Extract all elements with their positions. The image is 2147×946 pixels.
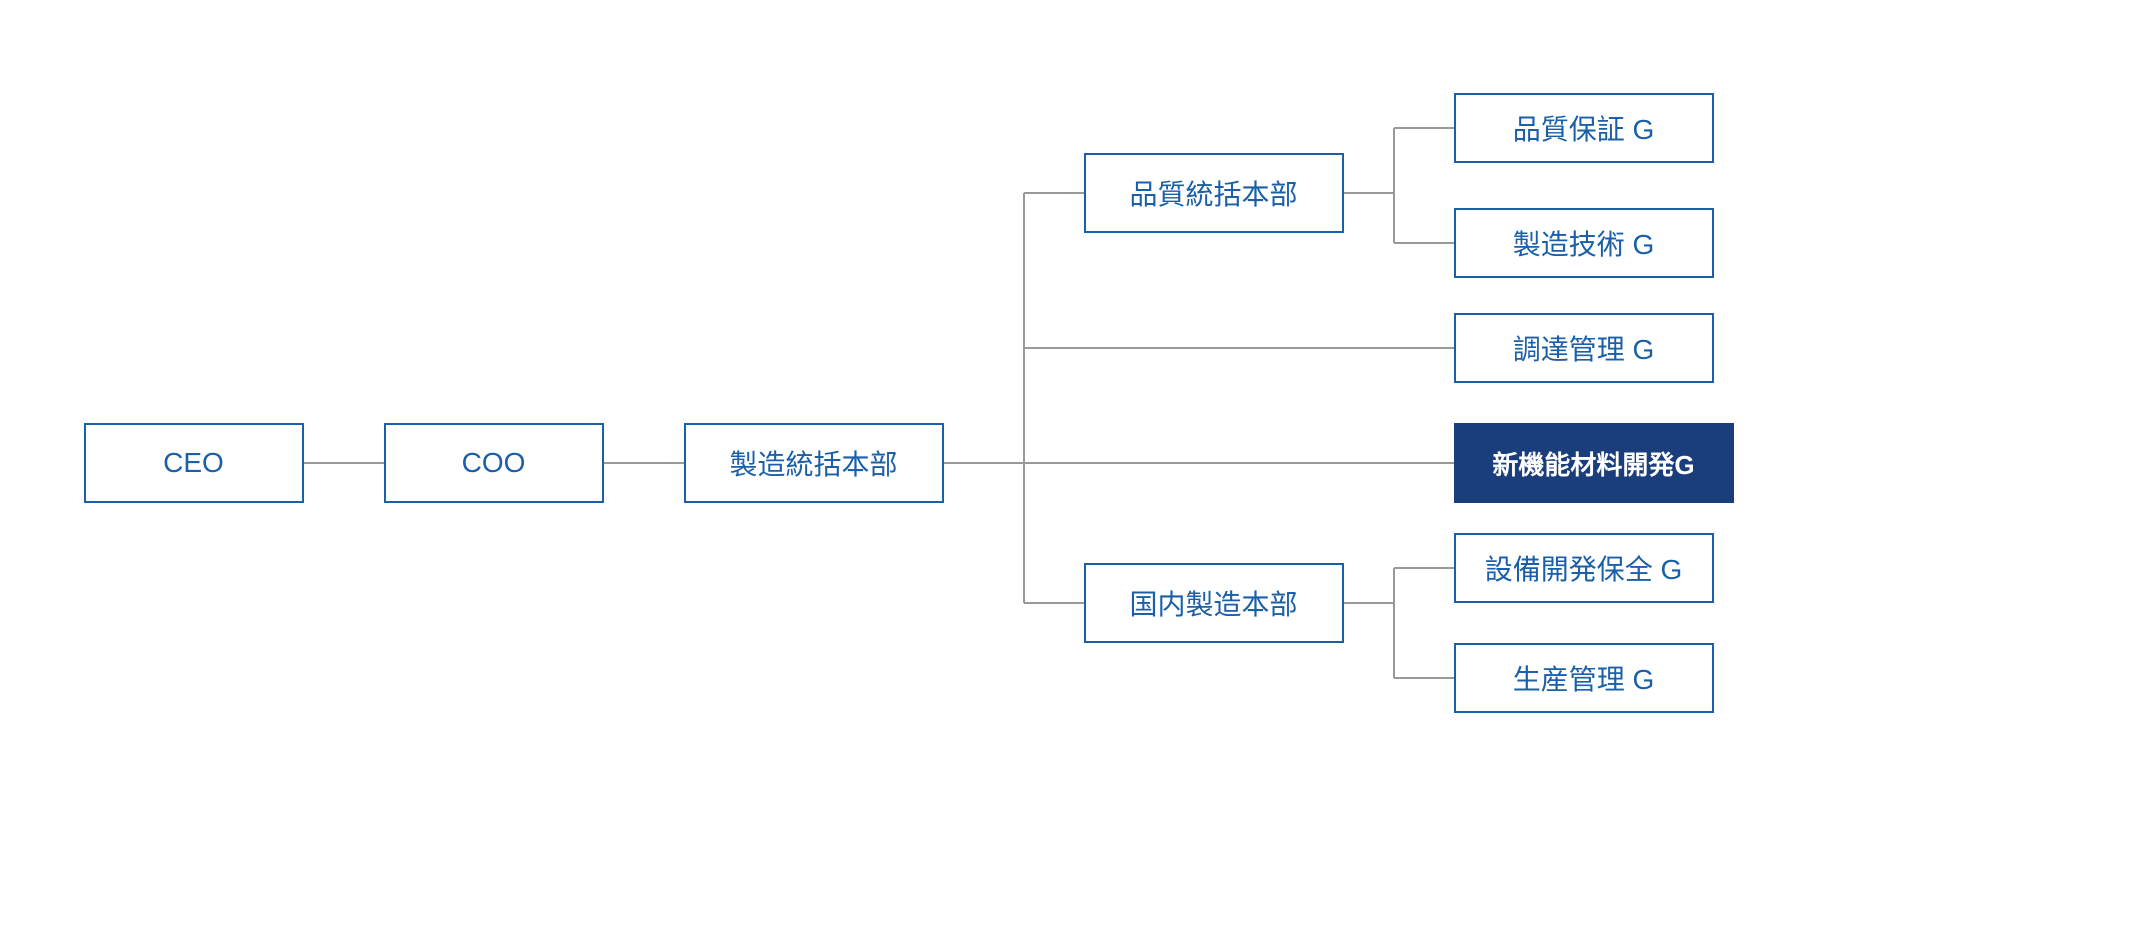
seizogijutsu-label: 製造技術 G xyxy=(1513,223,1655,263)
kokuseizouhonbu-node: 国内製造本部 xyxy=(1084,563,1344,643)
hinshitsu-node: 品質統括本部 xyxy=(1084,153,1344,233)
org-chart: CEO COO 製造統括本部 品質統括本部 品質保証 G 製造技術 G 調達管理… xyxy=(24,23,2124,923)
coo-label: COO xyxy=(462,447,526,479)
kokuseizouhonbu-label: 国内製造本部 xyxy=(1129,583,1297,623)
ceo-node: CEO xyxy=(84,423,304,503)
shinkino-node: 新機能材料開発G xyxy=(1454,423,1734,503)
choutatsuk-node: 調達管理 G xyxy=(1454,313,1714,383)
choutatsuk-label: 調達管理 G xyxy=(1513,328,1655,368)
coo-node: COO xyxy=(384,423,604,503)
setsubi-node: 設備開発保全 G xyxy=(1454,533,1714,603)
seizotokatsu-label: 製造統括本部 xyxy=(729,443,897,483)
seizogijutsu-node: 製造技術 G xyxy=(1454,208,1714,278)
shinkino-label: 新機能材料開発G xyxy=(1492,445,1694,482)
ceo-label: CEO xyxy=(163,447,224,479)
hinshitsuboshog-node: 品質保証 G xyxy=(1454,93,1714,163)
hinshitsuboshog-label: 品質保証 G xyxy=(1513,108,1655,148)
connector-lines xyxy=(24,23,2124,923)
setsubi-label: 設備開発保全 G xyxy=(1485,548,1683,588)
hinshitsu-label: 品質統括本部 xyxy=(1129,173,1297,213)
seisankanri-label: 生産管理 G xyxy=(1513,658,1655,698)
seizotokatsu-node: 製造統括本部 xyxy=(684,423,944,503)
seisankanri-node: 生産管理 G xyxy=(1454,643,1714,713)
